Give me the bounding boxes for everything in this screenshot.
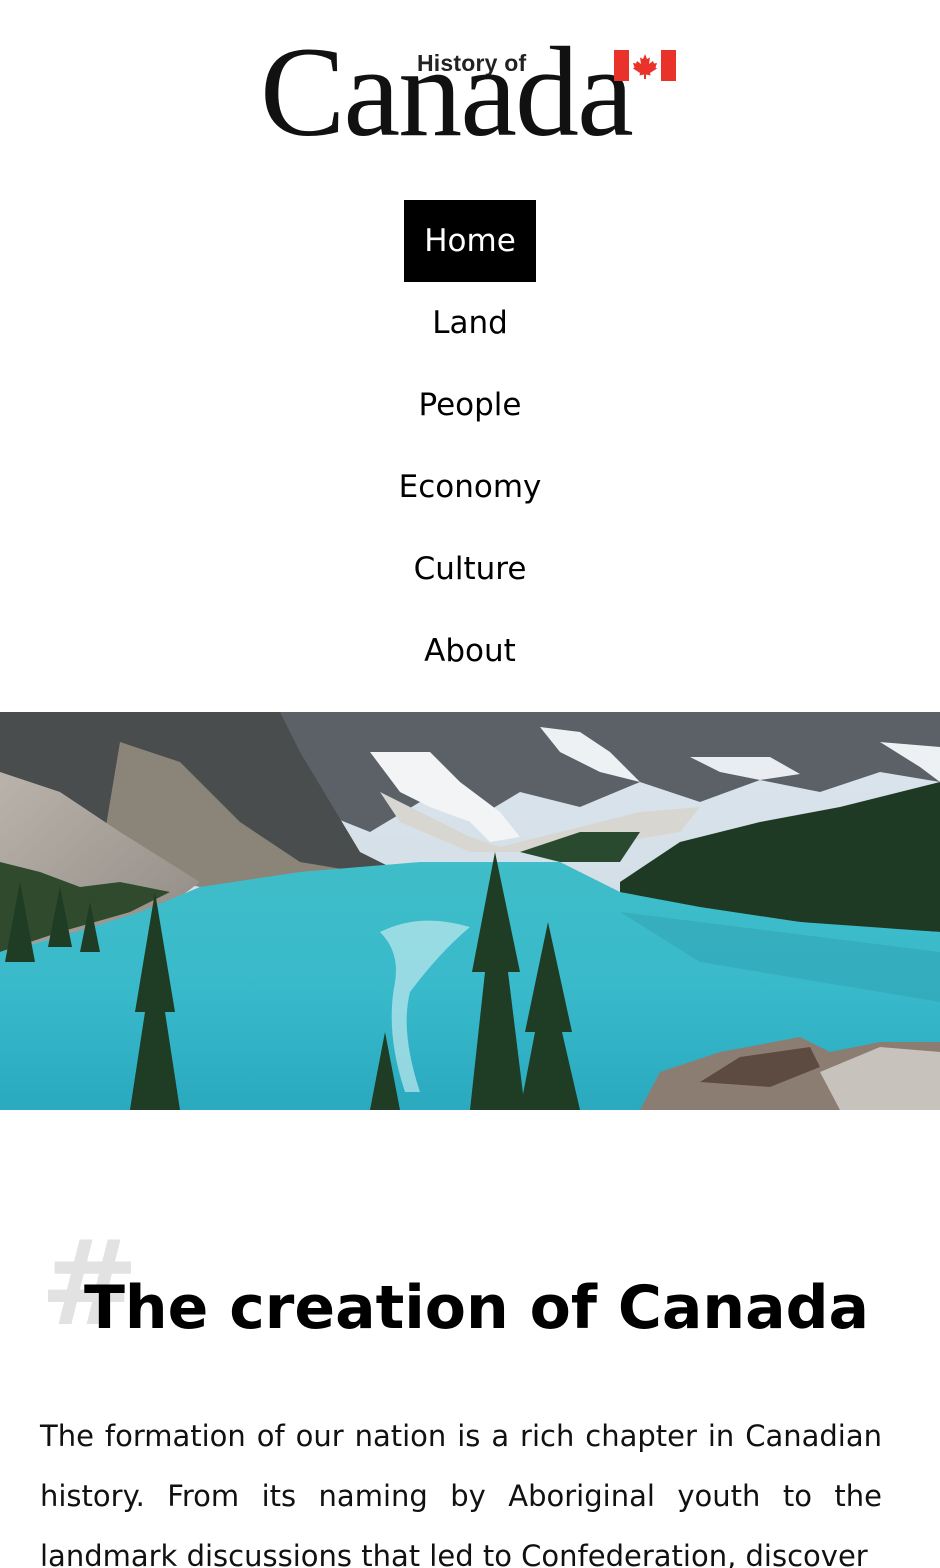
page-title: The creation of Canada xyxy=(84,1273,870,1343)
hero-image xyxy=(0,712,940,1110)
nav-item-about[interactable]: About xyxy=(404,610,536,692)
page: History of Canada Home Land People Econo… xyxy=(0,0,940,1568)
nav-item-culture[interactable]: Culture xyxy=(394,528,547,610)
canadian-flag-icon xyxy=(614,50,676,81)
intro-paragraph: The formation of our nation is a rich ch… xyxy=(40,1419,882,1568)
mountain-lake-illustration xyxy=(0,712,940,1110)
nav-item-land[interactable]: Land xyxy=(412,282,528,364)
logo-title: Canada xyxy=(260,21,634,163)
site-logo[interactable]: History of Canada xyxy=(260,28,690,160)
nav-item-home[interactable]: Home xyxy=(404,200,536,282)
nav-item-people[interactable]: People xyxy=(399,364,542,446)
nav-item-economy[interactable]: Economy xyxy=(379,446,562,528)
main-nav: Home Land People Economy Culture About xyxy=(0,200,940,692)
